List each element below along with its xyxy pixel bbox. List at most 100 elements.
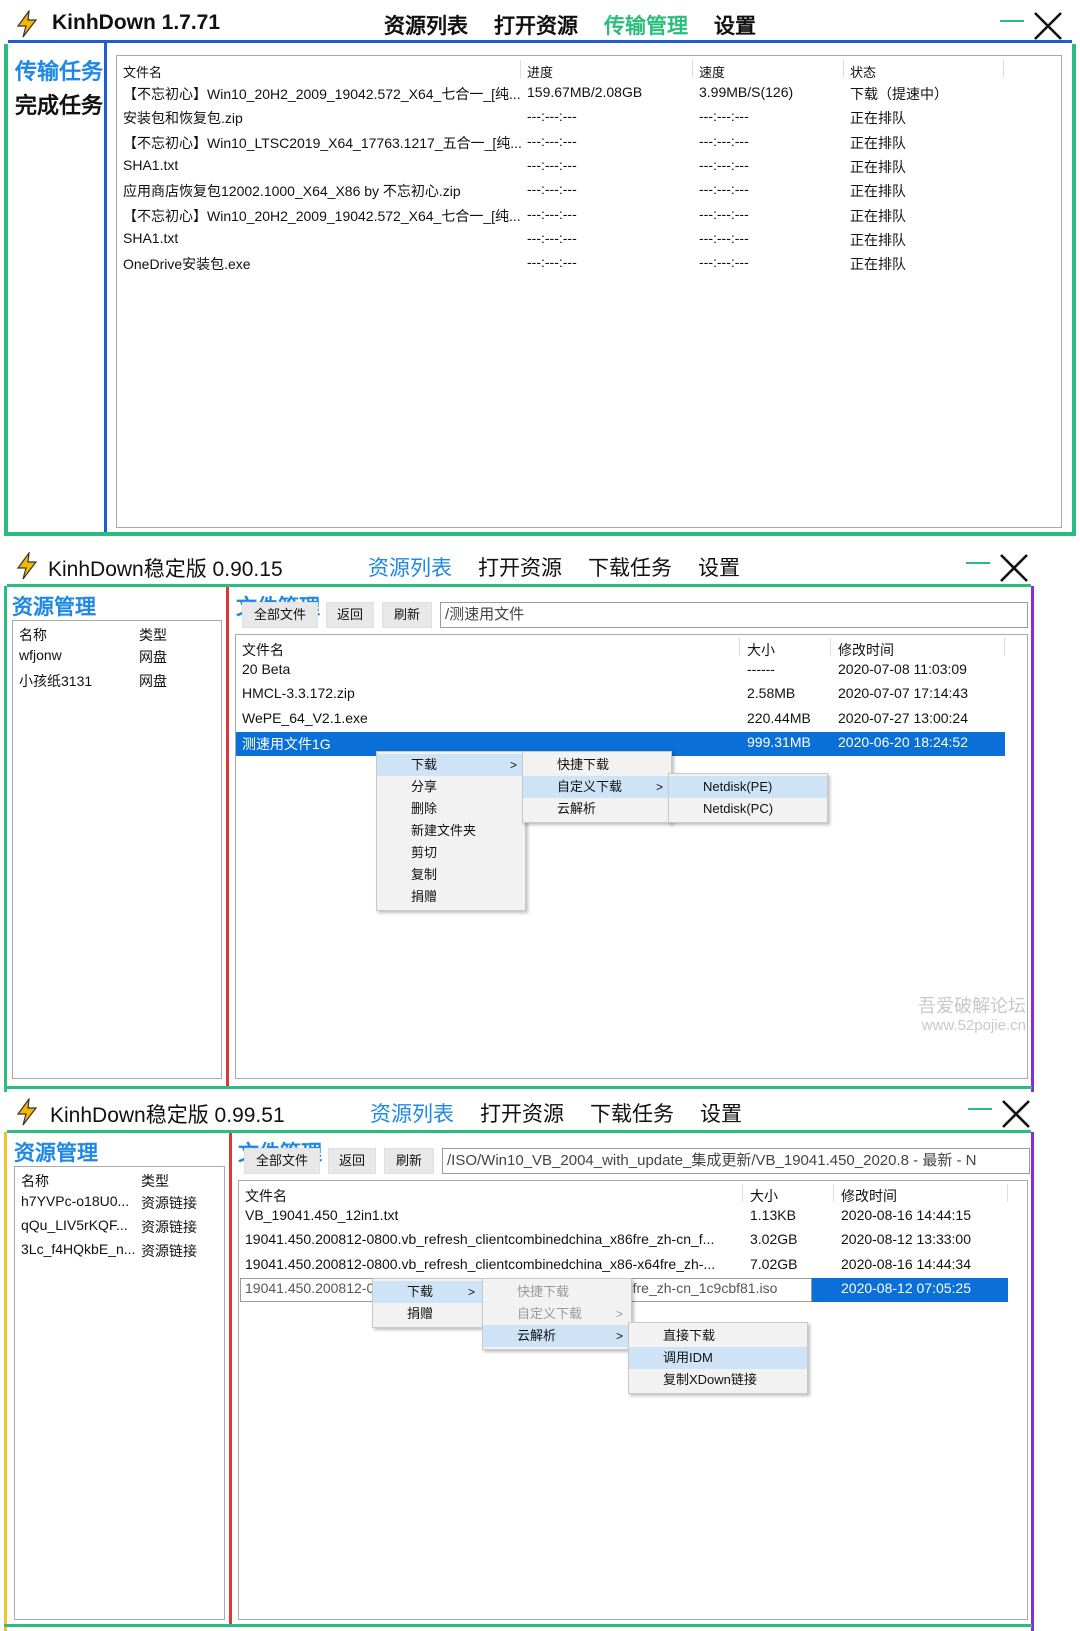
back-button[interactable]: 返回 bbox=[328, 1148, 376, 1174]
column-size[interactable]: 大小 bbox=[750, 1186, 778, 1206]
cell-speed: ---:---:--- bbox=[699, 156, 749, 173]
column-status[interactable]: 状态 bbox=[850, 62, 876, 81]
menu-item-netdisk-pe[interactable]: Netdisk(PE) bbox=[669, 776, 827, 798]
border-left bbox=[4, 546, 7, 1092]
cell-status: 正在排队 bbox=[850, 183, 906, 200]
menu-item-download[interactable]: 下载 > bbox=[373, 1281, 483, 1303]
resource-name: qQu_LIV5rKQF... bbox=[21, 1217, 128, 1233]
cell-filename: HMCL-3.3.172.zip bbox=[242, 685, 355, 702]
menu-item-donate[interactable]: 捐赠 bbox=[373, 1303, 483, 1325]
refresh-button[interactable]: 刷新 bbox=[384, 1148, 434, 1174]
column-modified[interactable]: 修改时间 bbox=[841, 1186, 897, 1206]
column-name[interactable]: 名称 bbox=[21, 1171, 49, 1191]
minimize-icon[interactable] bbox=[1000, 20, 1024, 22]
close-icon[interactable] bbox=[1032, 10, 1064, 42]
cell-size: 220.44MB bbox=[747, 709, 811, 726]
column-size[interactable]: 大小 bbox=[747, 640, 775, 660]
cell-filename: 20 Beta bbox=[242, 661, 291, 677]
column-speed[interactable]: 速度 bbox=[699, 62, 725, 81]
nav-transfer-manage[interactable]: 传输管理 bbox=[604, 10, 688, 40]
column-progress[interactable]: 进度 bbox=[527, 62, 553, 81]
cell-modified: 2020-08-16 14:44:15 bbox=[841, 1207, 971, 1223]
menu-item-share[interactable]: 分享 bbox=[377, 776, 525, 798]
menu-item-cloud-parse[interactable]: 云解析 > bbox=[483, 1325, 631, 1347]
menu-item-netdisk-pc[interactable]: Netdisk(PC) bbox=[669, 798, 827, 820]
app-title: KinhDown 1.7.71 bbox=[52, 11, 221, 34]
panel-v1-7-71: KinhDown 1.7.71 资源列表 打开资源 传输管理 设置 传输任务 完… bbox=[0, 0, 1080, 540]
resource-list[interactable]: 名称 类型 wfjonw 网盘 小孩纸3131 网盘 bbox=[12, 620, 222, 1079]
resource-type: 资源链接 bbox=[141, 1243, 197, 1259]
column-filename[interactable]: 文件名 bbox=[245, 1186, 287, 1206]
column-filename[interactable]: 文件名 bbox=[242, 640, 284, 660]
column-modified[interactable]: 修改时间 bbox=[838, 640, 894, 660]
cell-progress: ---:---:--- bbox=[527, 132, 577, 149]
menu-item-delete[interactable]: 删除 bbox=[377, 798, 525, 820]
cell-filename: SHA1.txt bbox=[123, 156, 179, 173]
column-name[interactable]: 名称 bbox=[19, 625, 47, 645]
tab-transfer-tasks[interactable]: 传输任务 bbox=[15, 54, 103, 86]
divider-horizontal bbox=[8, 40, 1072, 43]
menu-item-donate[interactable]: 捐赠 bbox=[377, 886, 525, 908]
cell-size: 3.02GB bbox=[750, 1231, 798, 1248]
nav-download-tasks[interactable]: 下载任务 bbox=[588, 552, 672, 582]
nav-settings[interactable]: 设置 bbox=[700, 1098, 742, 1128]
menu-item-direct-download[interactable]: 直接下载 bbox=[629, 1325, 807, 1347]
cell-progress: ---:---:--- bbox=[527, 108, 577, 125]
cell-speed: ---:---:--- bbox=[699, 254, 749, 271]
divider-vertical bbox=[104, 43, 107, 532]
menu-item-copy-xdown-link[interactable]: 复制XDown链接 bbox=[629, 1369, 807, 1391]
menu-item-custom-download[interactable]: 自定义下载 > bbox=[523, 776, 671, 798]
cell-modified: 2020-07-07 17:14:43 bbox=[838, 685, 968, 702]
custom-download-submenu: Netdisk(PE) Netdisk(PC) bbox=[668, 773, 828, 823]
close-icon[interactable] bbox=[998, 552, 1030, 584]
border-left bbox=[4, 1092, 7, 1631]
tab-finished-tasks[interactable]: 完成任务 bbox=[15, 88, 103, 120]
back-button[interactable]: 返回 bbox=[326, 602, 374, 628]
all-files-button[interactable]: 全部文件 bbox=[242, 602, 318, 628]
menu-item-copy[interactable]: 复制 bbox=[377, 864, 525, 886]
minimize-icon[interactable] bbox=[966, 562, 990, 564]
menu-item-cut[interactable]: 剪切 bbox=[377, 842, 525, 864]
border-bottom bbox=[4, 1624, 1032, 1627]
menu-item-new-folder[interactable]: 新建文件夹 bbox=[377, 820, 525, 842]
column-type[interactable]: 类型 bbox=[141, 1171, 169, 1191]
cell-filename: 19041.450.200812-0800.vb_refresh_clientc… bbox=[245, 1255, 716, 1272]
menu-item-quick-download[interactable]: 快捷下载 bbox=[523, 754, 671, 776]
path-input[interactable]: /测速用文件 bbox=[440, 602, 1028, 628]
nav-resource-list[interactable]: 资源列表 bbox=[368, 552, 452, 582]
context-menu: 下载 > 捐赠 bbox=[372, 1278, 484, 1328]
cell-speed: ---:---:--- bbox=[699, 132, 749, 149]
all-files-button[interactable]: 全部文件 bbox=[244, 1148, 320, 1174]
nav-settings[interactable]: 设置 bbox=[698, 552, 740, 582]
panel-v0-99-51: KinhDown稳定版 0.99.51 资源列表 打开资源 下载任务 设置 资源… bbox=[0, 1092, 1080, 1631]
transfer-list[interactable]: 文件名 进度 速度 状态 【不忘初心】Win10_20H2_2009_19042… bbox=[116, 55, 1062, 528]
context-menu: 下载 > 分享 删除 新建文件夹 剪切 复制 捐赠 bbox=[376, 751, 526, 911]
nav-settings[interactable]: 设置 bbox=[714, 10, 756, 40]
resource-list[interactable]: 名称 类型 h7YVPc-o18U0... 资源链接 qQu_LIV5rKQF...… bbox=[14, 1166, 225, 1620]
menu-item-cloud-parse[interactable]: 云解析 bbox=[523, 798, 671, 820]
path-input[interactable]: /ISO/Win10_VB_2004_with_update_集成更新/VB_1… bbox=[442, 1148, 1030, 1174]
menu-item-quick-download[interactable]: 快捷下载 bbox=[483, 1281, 631, 1303]
lightning-icon bbox=[16, 10, 38, 38]
column-filename[interactable]: 文件名 bbox=[123, 62, 162, 81]
file-list[interactable]: 文件名 大小 修改时间 20 Beta ------ 2020-07-08 11:0… bbox=[235, 634, 1028, 1079]
menu-item-download[interactable]: 下载 > bbox=[377, 754, 525, 776]
cell-status: 正在排队 bbox=[850, 158, 906, 175]
close-icon[interactable] bbox=[1000, 1098, 1032, 1130]
nav-open-resource[interactable]: 打开资源 bbox=[478, 552, 562, 582]
minimize-icon[interactable] bbox=[968, 1108, 992, 1110]
resource-type: 资源链接 bbox=[141, 1219, 197, 1235]
nav-resource-list[interactable]: 资源列表 bbox=[384, 10, 468, 40]
nav-download-tasks[interactable]: 下载任务 bbox=[590, 1098, 674, 1128]
cell-filename: 应用商店恢复包12002.1000_X64_X86 by 不忘初心.zip bbox=[123, 183, 461, 200]
nav-open-resource[interactable]: 打开资源 bbox=[480, 1098, 564, 1128]
menu-item-call-idm[interactable]: 调用IDM bbox=[629, 1347, 807, 1369]
nav-open-resource[interactable]: 打开资源 bbox=[494, 10, 578, 40]
resource-type: 网盘 bbox=[139, 649, 167, 665]
nav-resource-list[interactable]: 资源列表 bbox=[370, 1098, 454, 1128]
file-list[interactable]: 文件名 大小 修改时间 VB_19041.450_12in1.txt 1.13KB… bbox=[238, 1180, 1028, 1620]
column-type[interactable]: 类型 bbox=[139, 625, 167, 645]
cell-status: 正在排队 bbox=[850, 231, 906, 248]
menu-item-custom-download[interactable]: 自定义下载 > bbox=[483, 1303, 631, 1325]
refresh-button[interactable]: 刷新 bbox=[382, 602, 432, 628]
